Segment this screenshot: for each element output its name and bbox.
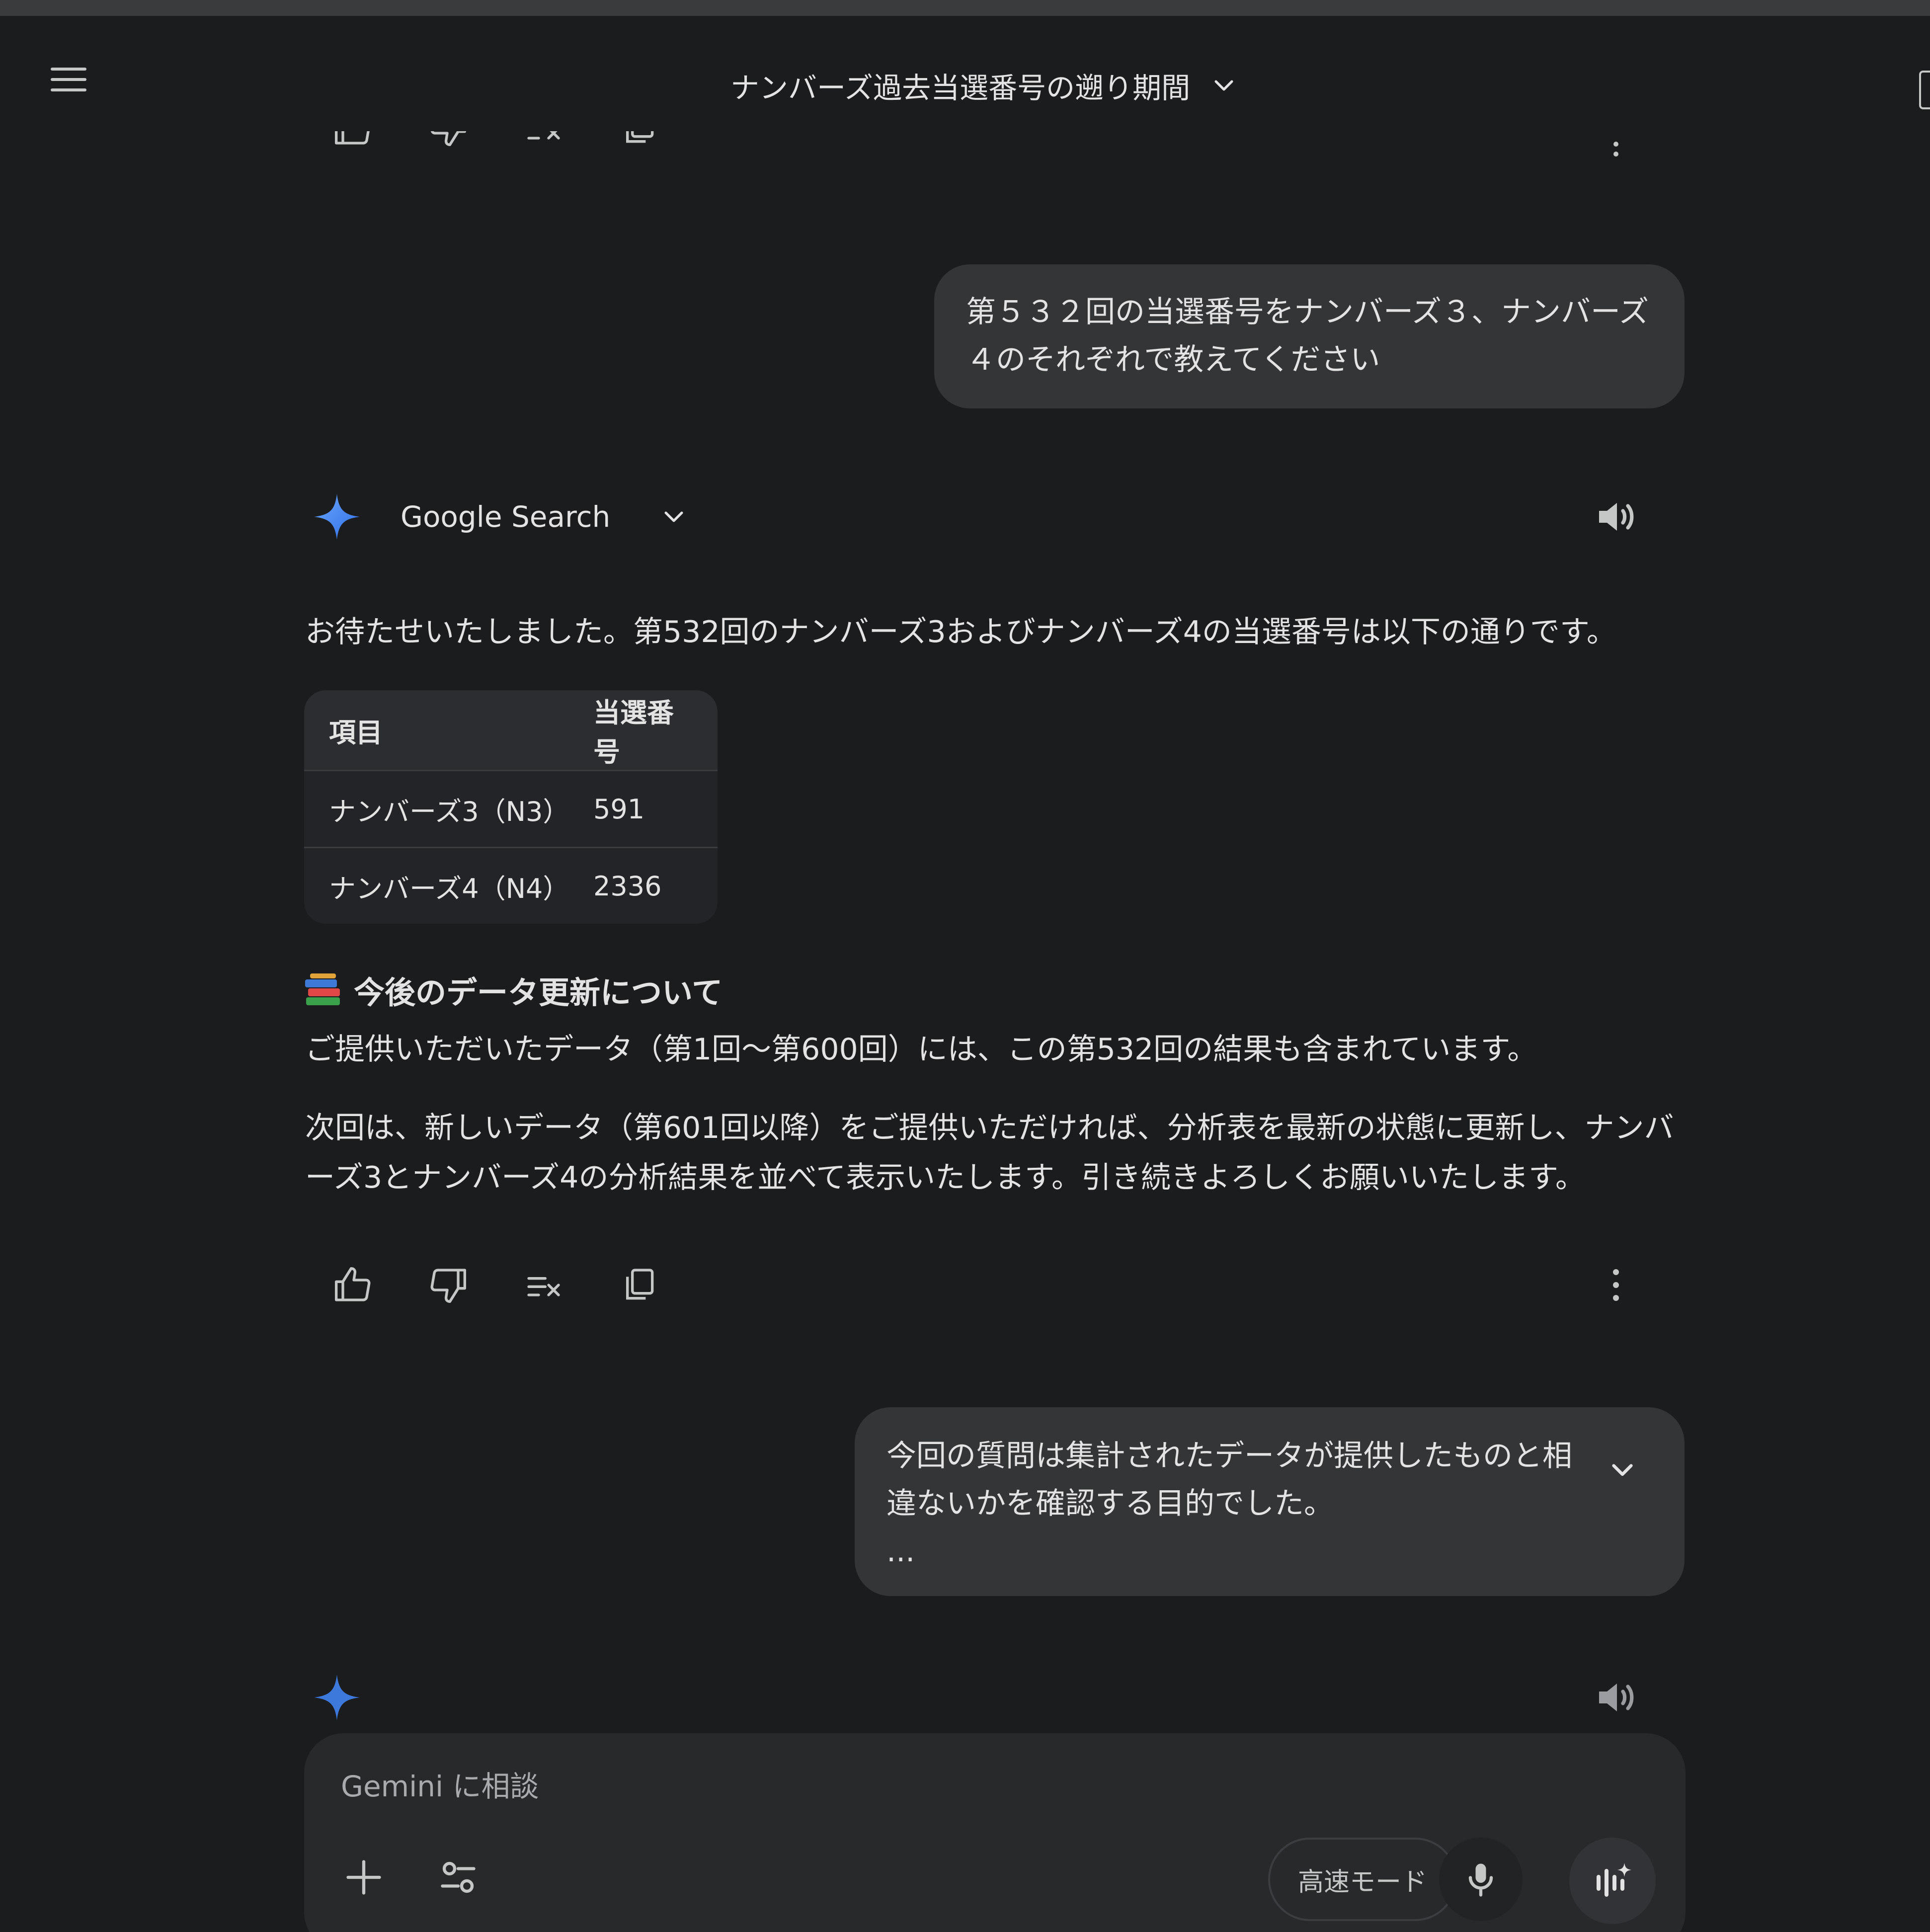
conversation-title: ナンバーズ過去当選番号の遡り期間 bbox=[730, 71, 1191, 105]
books-icon bbox=[305, 973, 340, 1005]
speaker-icon bbox=[1599, 1684, 1634, 1711]
more-vert-icon bbox=[1613, 1269, 1619, 1301]
mode-selector-button[interactable]: 高速モード bbox=[1268, 1838, 1457, 1921]
response-paragraph-line: 次回は、新しいデータ（第601回以降）をご提供いただければ、分析表を最新の状態に… bbox=[305, 1111, 1674, 1145]
response-actions bbox=[329, 1261, 711, 1309]
response-paragraph: 次回は、新しいデータ（第601回以降）をご提供いただければ、分析表を最新の状態に… bbox=[305, 1103, 1674, 1203]
table-header-cell: 当選番号 bbox=[593, 690, 718, 771]
table-cell: ナンバーズ4（N4） bbox=[304, 847, 593, 924]
gemini-spark-icon bbox=[314, 494, 360, 540]
previous-response-actions bbox=[329, 131, 1646, 161]
response-paragraph: ご提供いただいたデータ（第1回〜第600回）には、この第532回の結果も含まれて… bbox=[305, 1032, 1537, 1067]
read-aloud-button[interactable] bbox=[1593, 493, 1641, 541]
plus-icon bbox=[346, 1860, 381, 1895]
prompt-input-box[interactable]: Gemini に相談 高速モード bbox=[304, 1733, 1686, 1932]
copy-icon bbox=[626, 1269, 654, 1300]
prompt-input-placeholder[interactable]: Gemini に相談 bbox=[341, 1763, 539, 1805]
live-icon bbox=[1597, 1863, 1631, 1897]
more-options-button[interactable] bbox=[1601, 1261, 1631, 1309]
tools-icon bbox=[441, 1861, 476, 1893]
modify-response-icon bbox=[527, 1277, 560, 1296]
model-response-header: Google Search bbox=[313, 493, 688, 541]
thumbs-up-button[interactable] bbox=[329, 131, 377, 152]
results-table: 項目 当選番号 ナンバーズ3（N3） 591 ナンバーズ4（N4） 2336 bbox=[304, 690, 718, 924]
gemini-app: ナンバーズ過去当選番号の遡り期間 第５３２回の当選番号をナンバーズ３、ナンバーズ… bbox=[0, 16, 1930, 1932]
copy-button[interactable] bbox=[615, 1261, 663, 1309]
source-label: Google Search bbox=[401, 500, 611, 534]
user-message-line: ４のそれぞれで教えてください bbox=[966, 342, 1380, 377]
menu-button[interactable] bbox=[45, 56, 92, 103]
add-attachment-button[interactable] bbox=[334, 1848, 394, 1907]
window-top-strip bbox=[0, 0, 1930, 16]
table-cell: 591 bbox=[593, 770, 718, 848]
user-message-line: ... bbox=[886, 1534, 915, 1569]
conversation-title-button[interactable]: ナンバーズ過去当選番号の遡り期間 bbox=[730, 66, 1238, 105]
modify-response-button[interactable] bbox=[520, 131, 567, 152]
response-paragraph-line: ーズ3とナンバーズ4の分析結果を並べて表示いたします。引き続きよろしくお願いいた… bbox=[305, 1160, 1585, 1195]
table-row: ナンバーズ4（N4） 2336 bbox=[304, 847, 718, 924]
user-message-line: 今回の質問は集計されたデータが提供したものと相 bbox=[886, 1439, 1572, 1473]
more-vert-icon bbox=[1613, 142, 1618, 157]
chevron-down-icon bbox=[1214, 80, 1233, 91]
user-message-line: 第５３２回の当選番号をナンバーズ３、ナンバーズ bbox=[966, 295, 1649, 329]
thumbs-down-icon bbox=[430, 131, 466, 146]
expand-message-button[interactable] bbox=[1605, 1452, 1640, 1487]
user-message-line: 違ないかを確認する目的でした。 bbox=[886, 1486, 1334, 1521]
thumbs-up-icon bbox=[335, 1267, 371, 1301]
chevron-down-icon[interactable] bbox=[660, 503, 688, 531]
copy-icon bbox=[626, 131, 654, 143]
table-cell: 2336 bbox=[593, 847, 718, 924]
previous-more-options-button[interactable] bbox=[1601, 137, 1631, 157]
thumbs-up-icon bbox=[335, 131, 370, 145]
table-header-row: 項目 当選番号 bbox=[304, 690, 718, 771]
modify-response-icon bbox=[527, 131, 560, 140]
read-aloud-button[interactable] bbox=[1593, 1674, 1641, 1721]
copy-button[interactable] bbox=[615, 131, 663, 152]
thumbs-down-icon bbox=[430, 1269, 466, 1303]
gemini-spark-icon bbox=[314, 1675, 360, 1720]
thumbs-up-button[interactable] bbox=[329, 1261, 377, 1309]
menu-icon bbox=[51, 68, 86, 91]
microphone-button[interactable] bbox=[1439, 1838, 1523, 1921]
section-heading: 今後のデータ更新について bbox=[304, 967, 723, 1012]
tools-button[interactable] bbox=[428, 1848, 488, 1907]
section-heading-text: 今後のデータ更新について bbox=[354, 974, 723, 1011]
table-header-cell: 項目 bbox=[304, 690, 593, 771]
speaker-icon bbox=[1599, 503, 1634, 531]
table-row: ナンバーズ3（N3） 591 bbox=[304, 770, 718, 848]
user-message-bubble: 第５３２回の当選番号をナンバーズ３、ナンバーズ ４のそれぞれで教えてください bbox=[934, 264, 1685, 408]
mic-icon bbox=[1468, 1863, 1493, 1897]
response-intro: お待たせいたしました。第532回のナンバーズ3およびナンバーズ4の当選番号は以下… bbox=[305, 615, 1616, 649]
chevron-down-icon bbox=[1612, 1464, 1633, 1476]
thumbs-down-button[interactable] bbox=[424, 1261, 472, 1309]
thumbs-down-button[interactable] bbox=[424, 131, 472, 152]
results-table-container: 項目 当選番号 ナンバーズ3（N3） 591 ナンバーズ4（N4） 2336 bbox=[304, 690, 718, 924]
user-message-bubble: 今回の質問は集計されたデータが提供したものと相 違ないかを確認する目的でした。 … bbox=[855, 1407, 1685, 1596]
live-button[interactable] bbox=[1569, 1838, 1656, 1924]
next-response-spark bbox=[313, 1674, 361, 1721]
side-panel-icon[interactable] bbox=[1919, 71, 1930, 109]
table-cell: ナンバーズ3（N3） bbox=[304, 770, 593, 848]
modify-response-button[interactable] bbox=[520, 1261, 567, 1309]
